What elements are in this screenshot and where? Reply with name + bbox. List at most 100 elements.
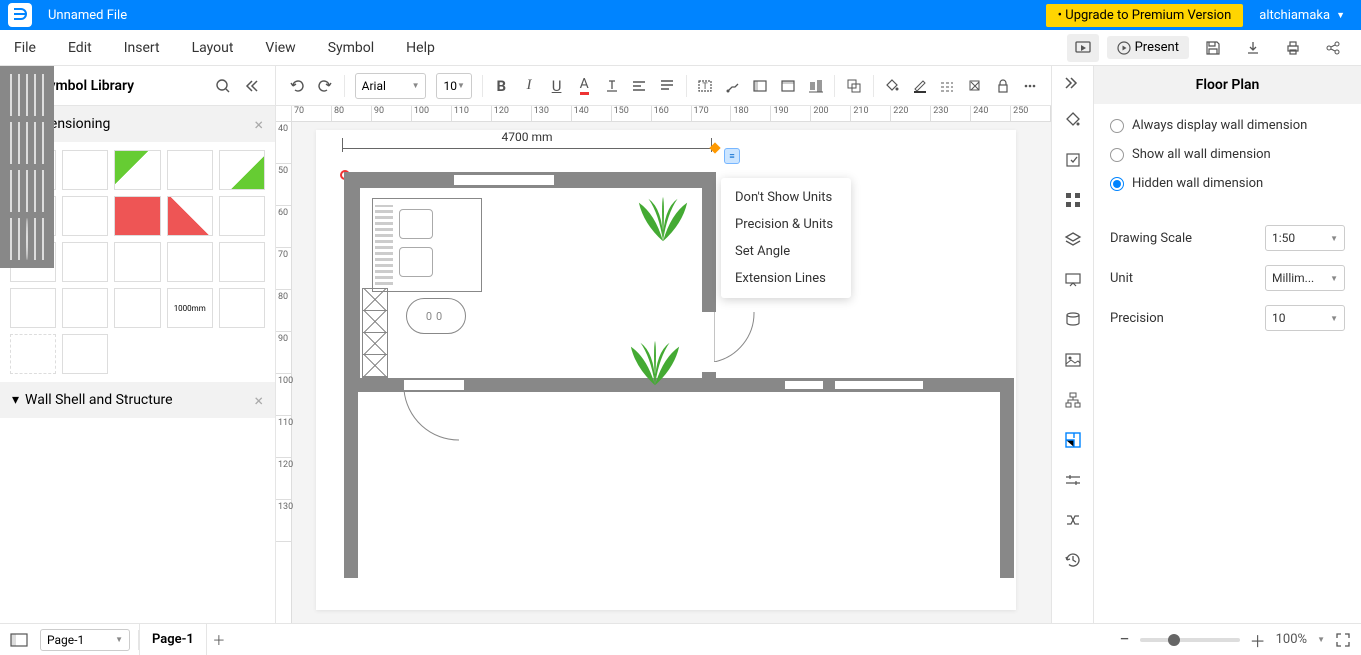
radio-show-all[interactable]: Show all wall dimension [1110,147,1345,162]
symbol-item[interactable] [114,288,160,328]
presentation-icon[interactable] [1059,266,1087,294]
radio-always-display[interactable]: Always display wall dimension [1110,118,1345,133]
symbol-item[interactable] [18,122,20,164]
line-style-button[interactable] [939,72,957,100]
dimension-line[interactable]: 4700 mm [342,138,712,158]
symbol-item[interactable] [114,242,160,282]
underline-button[interactable]: U [548,72,566,100]
unit-select[interactable]: Millim...▼ [1265,265,1345,291]
slideshow-icon[interactable] [1067,34,1099,62]
zoom-caret-icon[interactable]: ▼ [1317,635,1325,644]
symbol-item[interactable] [42,170,44,212]
bold-button[interactable]: B [493,72,511,100]
fullscreen-icon[interactable] [1335,632,1351,648]
file-name[interactable]: Unnamed File [48,8,127,23]
menu-insert[interactable]: Insert [124,40,160,56]
menu-layout[interactable]: Layout [192,40,234,56]
container2-button[interactable] [779,72,797,100]
menu-help[interactable]: Help [406,40,435,56]
save-icon[interactable] [1197,34,1229,62]
connector-button[interactable] [724,72,742,100]
undo-button[interactable] [288,72,306,100]
zoom-in-button[interactable]: ＋ [1250,628,1266,652]
symbol-item[interactable] [62,242,108,282]
symbol-item[interactable] [219,288,265,328]
symbol-item[interactable] [10,122,12,164]
canvas[interactable]: 7080901001101201301401501601701801902002… [276,106,1051,623]
symbol-item[interactable] [10,74,12,116]
menu-file[interactable]: File [14,40,36,56]
symbol-item[interactable] [62,150,108,190]
add-page-button[interactable]: ＋ [207,630,231,649]
expand-panel-icon[interactable] [1059,72,1087,94]
group-button[interactable] [845,72,863,100]
mat-symbol[interactable]: 00 [406,298,466,334]
symbol-item[interactable] [167,242,213,282]
upgrade-button[interactable]: • Upgrade to Premium Version [1046,4,1244,27]
symbol-item[interactable] [34,170,36,212]
database-icon[interactable] [1059,306,1087,334]
radio-hidden[interactable]: Hidden wall dimension [1110,176,1345,191]
symbol-item[interactable] [34,74,36,116]
symbol-item[interactable]: 1000mm [167,288,213,328]
ctx-dont-show-units[interactable]: Don't Show Units [721,184,851,211]
share-icon[interactable] [1317,34,1349,62]
zoom-value[interactable]: 100% [1276,632,1307,647]
symbol-item[interactable] [167,196,213,236]
download-icon[interactable] [1237,34,1269,62]
symbol-item[interactable] [167,150,213,190]
zoom-slider[interactable] [1140,638,1240,642]
menu-view[interactable]: View [265,40,295,56]
bed-symbol[interactable] [372,198,482,292]
page-select[interactable]: Page-1▼ [40,629,130,651]
floorplan-icon[interactable] [1059,426,1087,454]
ctx-extension-lines[interactable]: Extension Lines [721,265,851,292]
font-select[interactable]: Arial▼ [355,73,427,99]
symbol-item[interactable] [26,170,28,212]
search-icon[interactable] [215,78,235,94]
drawing-scale-select[interactable]: 1:50▼ [1265,225,1345,251]
zoom-out-button[interactable]: − [1119,629,1129,650]
dimension-options-button[interactable]: ≡ [724,148,740,164]
symbol-item[interactable] [219,242,265,282]
symbol-item[interactable] [10,218,12,260]
page[interactable]: 4700 mm ≡ [316,130,1016,610]
symbol-item[interactable] [42,218,44,260]
shuffle-icon[interactable] [1059,506,1087,534]
close-section-icon[interactable]: × [254,115,263,134]
shelf-symbol[interactable] [362,288,388,378]
present-button[interactable]: Present [1107,36,1189,59]
container1-button[interactable] [752,72,770,100]
symbol-item[interactable] [26,218,28,260]
symbol-item[interactable] [62,196,108,236]
symbol-item[interactable] [62,334,108,374]
symbol-item[interactable] [114,150,160,190]
symbol-item[interactable] [18,74,20,116]
user-menu[interactable]: altchiamaka ▼ [1259,8,1353,23]
layers-icon[interactable] [1059,226,1087,254]
redo-button[interactable] [316,72,334,100]
precision-select[interactable]: 10▼ [1265,305,1345,331]
page-tab[interactable]: Page-1 [139,624,207,655]
ruler-icon[interactable] [1059,466,1087,494]
font-color-button[interactable]: A [575,72,593,100]
page-outline-icon[interactable] [10,632,32,648]
symbol-item[interactable] [34,218,36,260]
lock-button[interactable] [994,72,1012,100]
text-direction-button[interactable] [603,72,621,100]
symbol-item[interactable] [62,288,108,328]
align-objects-button[interactable] [807,72,825,100]
valign-button[interactable] [658,72,676,100]
align-button[interactable] [631,72,649,100]
ctx-set-angle[interactable]: Set Angle [721,238,851,265]
export-icon[interactable] [1059,146,1087,174]
menu-edit[interactable]: Edit [68,40,92,56]
fill-button[interactable] [883,72,901,100]
symbol-item[interactable] [42,122,44,164]
image-icon[interactable] [1059,346,1087,374]
symbol-item[interactable] [219,150,265,190]
shadow-button[interactable] [966,72,984,100]
symbol-item[interactable] [10,288,56,328]
symbol-item[interactable] [18,218,20,260]
size-select[interactable]: 10▼ [436,73,471,99]
